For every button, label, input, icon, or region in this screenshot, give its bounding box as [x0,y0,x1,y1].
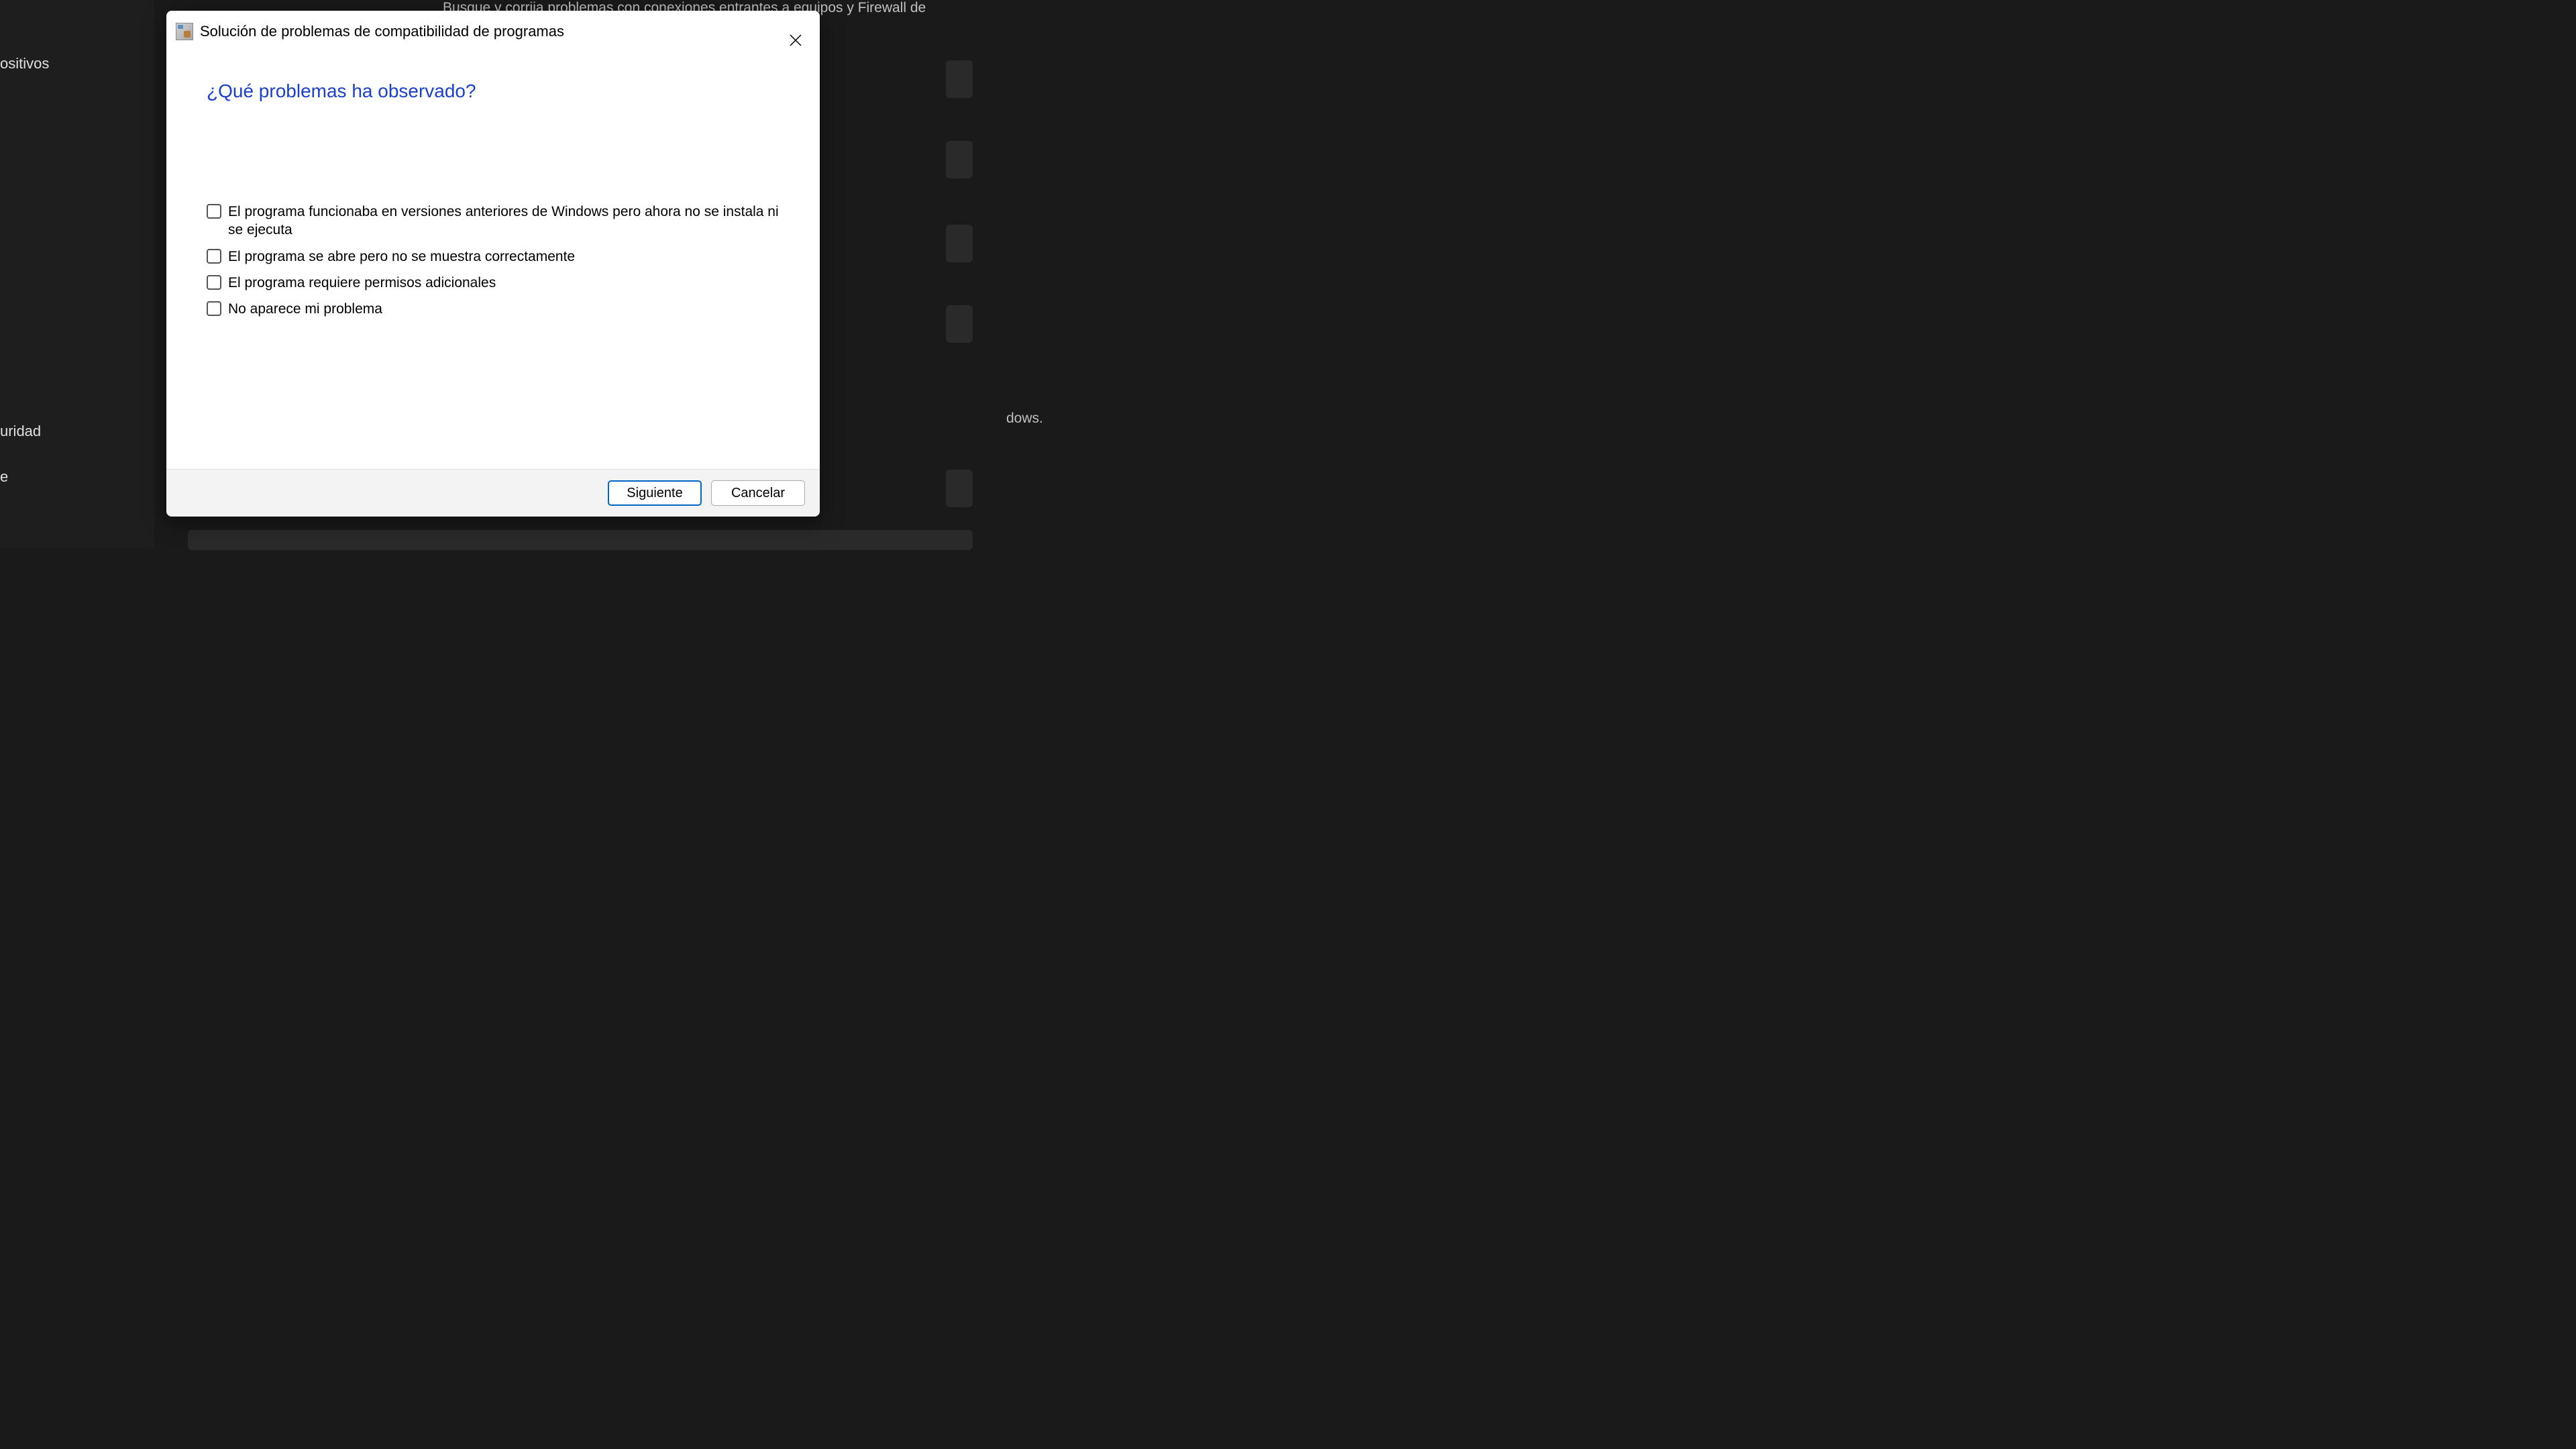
background-text-fragment: dows. [1006,411,1043,427]
checkbox-option-not-listed[interactable]: No aparece mi problema [207,300,780,318]
sidebar-item-fragment: e [0,460,154,494]
dialog-header: Solución de problemas de compatibilidad … [166,11,820,47]
checkbox-label: El programa se abre pero no se muestra c… [228,248,575,266]
dialog-title: Solución de problemas de compatibilidad … [200,23,564,40]
cancel-button[interactable]: Cancelar [711,480,805,506]
troubleshooter-dialog: Solución de problemas de compatibilidad … [166,11,820,517]
checkbox-list: El programa funcionaba en versiones ante… [207,203,780,318]
dialog-body: ¿Qué problemas ha observado? El programa… [166,47,820,469]
next-button[interactable]: Siguiente [608,480,702,506]
checkbox-box-icon [207,204,221,219]
background-panel [188,530,973,550]
checkbox-label: El programa requiere permisos adicionale… [228,274,496,292]
troubleshooter-icon [176,23,193,40]
checkbox-option-display-incorrect[interactable]: El programa se abre pero no se muestra c… [207,248,780,266]
checkbox-box-icon [207,301,221,316]
checkbox-label: El programa funcionaba en versiones ante… [228,203,780,239]
dialog-footer: Siguiente Cancelar [166,469,820,517]
checkbox-option-permissions[interactable]: El programa requiere permisos adicionale… [207,274,780,292]
background-panel [946,305,973,343]
background-panel [946,470,973,507]
checkbox-label: No aparece mi problema [228,300,382,318]
close-button[interactable] [785,30,806,51]
background-panel [946,141,973,178]
checkbox-box-icon [207,249,221,264]
background-panel [946,60,973,98]
question-heading: ¿Qué problemas ha observado? [207,80,780,102]
sidebar-item-fragment: uridad [0,415,154,448]
close-icon [789,34,802,47]
checkbox-option-previous-windows[interactable]: El programa funcionaba en versiones ante… [207,203,780,239]
background-panel [946,225,973,262]
background-sidebar: ositivos uridad e [0,0,154,547]
checkbox-box-icon [207,275,221,290]
sidebar-item-fragment: ositivos [0,47,154,80]
